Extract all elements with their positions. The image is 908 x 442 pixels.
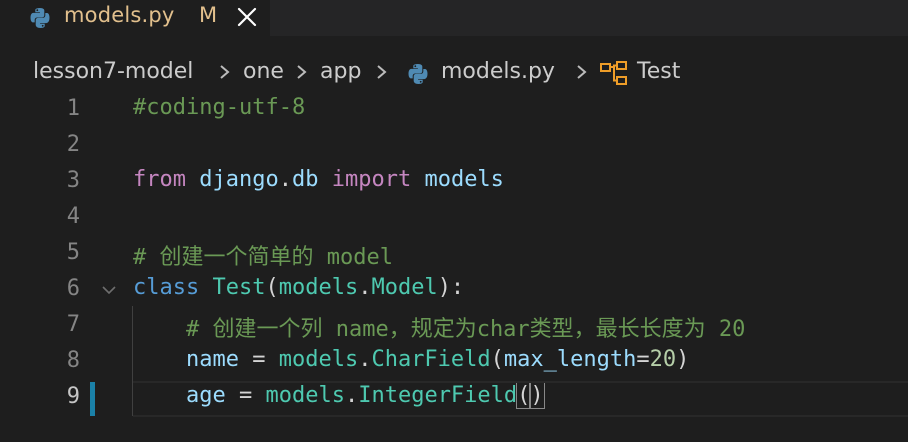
code-line: 2 xyxy=(0,128,908,164)
line-number: 3 xyxy=(66,168,80,193)
chevron-right-icon xyxy=(575,59,589,90)
line-number: 6 xyxy=(66,276,80,301)
breadcrumb-item-app[interactable]: app xyxy=(320,59,361,84)
breadcrumb: lesson7-model one app models.py Test xyxy=(0,56,908,90)
code-line: 4 xyxy=(0,200,908,236)
chevron-right-icon xyxy=(375,59,389,90)
close-icon[interactable] xyxy=(232,2,262,32)
tab-bar: models.py M xyxy=(0,0,908,36)
code-text: #coding-utf-8 xyxy=(133,95,306,120)
code-line: 7 # 创建一个列 name，规定为char类型，最长长度为 20 xyxy=(0,308,908,344)
code-line: 6 class Test(models.Model): xyxy=(0,272,908,308)
line-number: 4 xyxy=(66,204,80,229)
current-line-highlight xyxy=(133,381,908,417)
code-text: name = models.CharField(max_length=20) xyxy=(185,347,690,372)
chevron-right-icon xyxy=(218,59,232,90)
breadcrumb-item-folder[interactable]: lesson7-model xyxy=(33,59,193,84)
code-line: 3 from django.db import models xyxy=(0,164,908,200)
modified-line-gutter-marker xyxy=(90,382,95,416)
class-symbol-icon xyxy=(599,60,629,94)
breadcrumb-item-symbol[interactable]: Test xyxy=(637,59,680,84)
line-number: 2 xyxy=(66,132,80,157)
breadcrumb-item-file[interactable]: models.py xyxy=(441,59,555,84)
line-number: 9 xyxy=(66,384,80,409)
code-text: from django.db import models xyxy=(133,167,504,192)
code-text: # 创建一个简单的 model xyxy=(133,245,393,270)
tab-models-py[interactable]: models.py M xyxy=(0,0,270,36)
tab-filename: models.py xyxy=(64,3,175,27)
python-icon xyxy=(29,7,51,33)
code-line: 5 # 创建一个简单的 model xyxy=(0,236,908,272)
code-text: # 创建一个列 name，规定为char类型，最长长度为 20 xyxy=(133,317,746,342)
code-text: class Test(models.Model): xyxy=(133,275,465,300)
line-number: 5 xyxy=(66,240,80,265)
code-line: 1 #coding-utf-8 xyxy=(0,92,908,128)
code-line: 8 name = models.CharField(max_length=20) xyxy=(0,344,908,380)
line-number: 7 xyxy=(66,312,80,337)
breadcrumb-item-one[interactable]: one xyxy=(243,59,284,84)
line-number: 1 xyxy=(66,96,80,121)
python-icon xyxy=(407,63,429,91)
chevron-down-icon[interactable] xyxy=(100,282,118,301)
modified-indicator: M xyxy=(199,3,218,27)
line-number: 8 xyxy=(66,348,80,373)
indent-guide xyxy=(132,306,133,416)
chevron-right-icon xyxy=(295,59,309,90)
